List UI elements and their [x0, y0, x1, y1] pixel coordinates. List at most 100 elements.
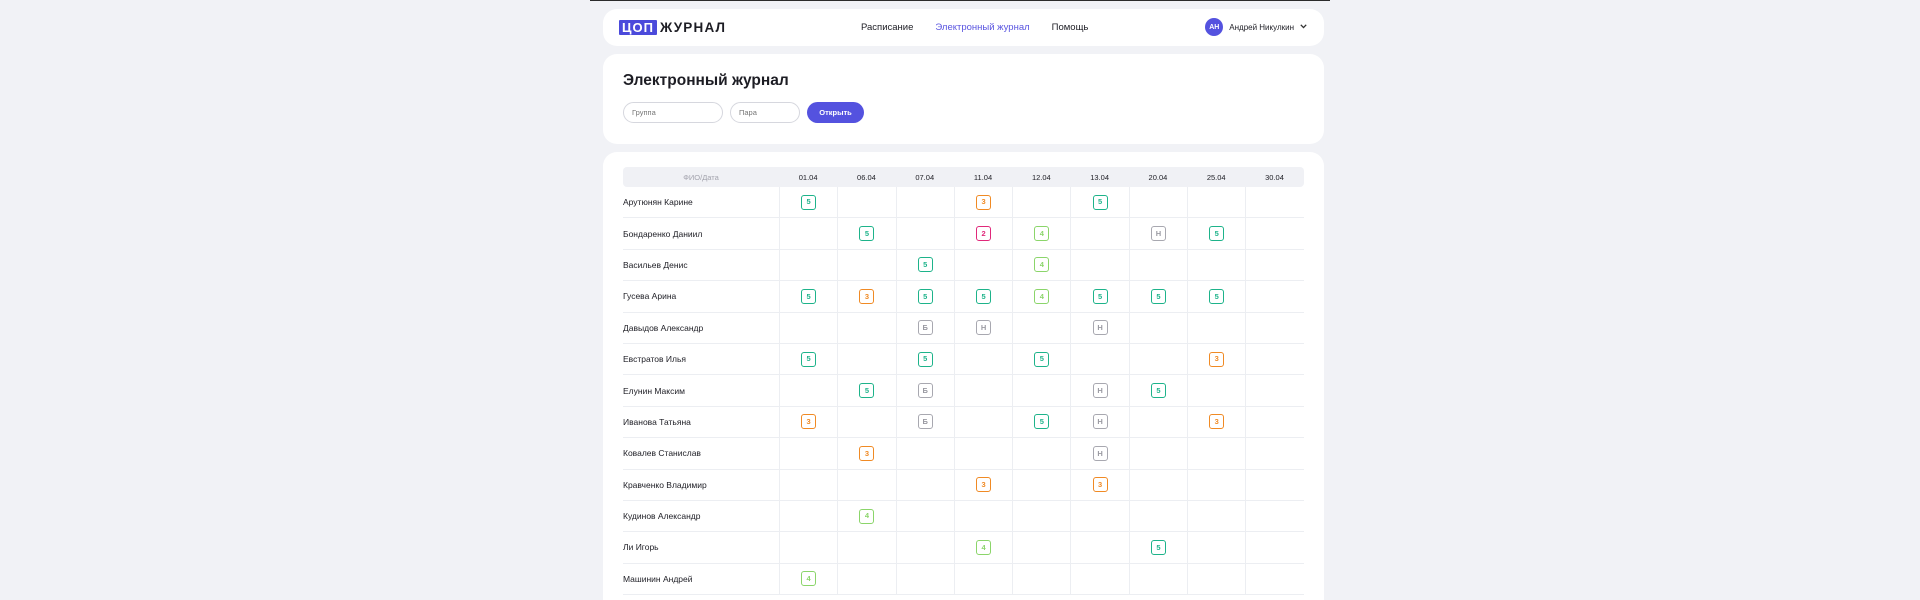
grade-mark[interactable]: 4: [801, 571, 817, 587]
grade-cell[interactable]: 5: [895, 249, 954, 281]
grade-cell[interactable]: Б: [895, 375, 954, 406]
student-name[interactable]: Ли Игорь: [623, 542, 779, 552]
grade-cell[interactable]: 5: [837, 218, 895, 249]
grade-cell[interactable]: 3: [953, 187, 1012, 218]
grade-mark[interactable]: 4: [1034, 226, 1050, 242]
grade-cell[interactable]: 3: [837, 281, 895, 312]
grade-cell[interactable]: [837, 249, 895, 281]
grade-cell[interactable]: 3: [953, 469, 1012, 500]
grade-cell[interactable]: 5: [1187, 218, 1245, 249]
student-name[interactable]: Арутюнян Карине: [623, 197, 779, 207]
grade-cell[interactable]: [953, 343, 1012, 375]
grade-mark[interactable]: 5: [1034, 351, 1050, 367]
grade-cell[interactable]: [837, 187, 895, 218]
grade-mark[interactable]: Н: [1092, 320, 1108, 336]
grade-cell[interactable]: [1187, 500, 1245, 532]
grade-cell[interactable]: [953, 438, 1012, 469]
student-name[interactable]: Ковалев Станислав: [623, 448, 779, 458]
grade-cell[interactable]: 3: [1187, 406, 1245, 438]
grade-cell[interactable]: 5: [1187, 281, 1245, 312]
grade-mark[interactable]: Н: [976, 320, 992, 336]
grade-cell[interactable]: [1012, 187, 1070, 218]
grade-cell[interactable]: 5: [1128, 375, 1187, 406]
grade-cell[interactable]: Н: [1070, 375, 1128, 406]
grade-cell[interactable]: [837, 469, 895, 500]
grade-cell[interactable]: [779, 469, 837, 500]
grade-cell[interactable]: Н: [1070, 406, 1128, 438]
grade-cell[interactable]: [895, 438, 954, 469]
student-name[interactable]: Евстратов Илья: [623, 354, 779, 364]
grade-cell[interactable]: [895, 500, 954, 532]
grade-cell[interactable]: [1128, 406, 1187, 438]
pair-input[interactable]: [730, 102, 800, 123]
grade-cell[interactable]: [779, 532, 837, 563]
grade-cell[interactable]: Н: [1070, 312, 1128, 343]
grade-mark[interactable]: 3: [1209, 414, 1225, 430]
grade-cell[interactable]: [1070, 343, 1128, 375]
grade-cell[interactable]: [1187, 438, 1245, 469]
student-name[interactable]: Давыдов Александр: [623, 323, 779, 333]
grade-cell[interactable]: [1187, 312, 1245, 343]
grade-mark[interactable]: 5: [917, 351, 933, 367]
grade-cell[interactable]: 3: [837, 438, 895, 469]
group-input[interactable]: [623, 102, 723, 123]
grade-mark[interactable]: 5: [1209, 288, 1225, 304]
grade-cell[interactable]: 4: [1012, 281, 1070, 312]
grade-cell[interactable]: [1128, 312, 1187, 343]
student-name[interactable]: Машинин Андрей: [623, 574, 779, 584]
grade-cell[interactable]: [1070, 532, 1128, 563]
grade-cell[interactable]: 4: [837, 500, 895, 532]
nav-journal[interactable]: Электронный журнал: [935, 22, 1029, 33]
grade-cell[interactable]: [1245, 187, 1303, 218]
grade-mark[interactable]: Б: [917, 320, 933, 336]
grade-mark[interactable]: 5: [917, 288, 933, 304]
grade-cell[interactable]: [779, 312, 837, 343]
grade-mark[interactable]: 5: [801, 194, 817, 210]
grade-cell[interactable]: [953, 375, 1012, 406]
grade-cell[interactable]: Н: [1128, 218, 1187, 249]
grade-cell[interactable]: [837, 343, 895, 375]
grade-mark[interactable]: 5: [1092, 288, 1108, 304]
grade-cell[interactable]: [1245, 218, 1303, 249]
grade-cell[interactable]: [1245, 532, 1303, 563]
grade-cell[interactable]: [779, 500, 837, 532]
grade-mark[interactable]: 5: [1034, 414, 1050, 430]
grade-cell[interactable]: [1245, 249, 1303, 281]
grade-mark[interactable]: 4: [976, 539, 992, 555]
grade-cell[interactable]: [895, 218, 954, 249]
grade-cell[interactable]: [1012, 563, 1070, 595]
grade-cell[interactable]: 5: [953, 281, 1012, 312]
grade-cell[interactable]: [1070, 249, 1128, 281]
grade-cell[interactable]: [1012, 532, 1070, 563]
student-name[interactable]: Гусева Арина: [623, 291, 779, 301]
grade-cell[interactable]: 3: [1187, 343, 1245, 375]
grade-cell[interactable]: [1245, 343, 1303, 375]
grade-mark[interactable]: 4: [859, 508, 875, 524]
grade-cell[interactable]: 5: [1012, 343, 1070, 375]
grade-mark[interactable]: 2: [976, 226, 992, 242]
grade-cell[interactable]: [1187, 187, 1245, 218]
grade-mark[interactable]: Н: [1150, 226, 1166, 242]
grade-cell[interactable]: 4: [1012, 249, 1070, 281]
grade-cell[interactable]: [837, 406, 895, 438]
grade-cell[interactable]: [1245, 312, 1303, 343]
grade-mark[interactable]: Б: [917, 383, 933, 399]
grade-mark[interactable]: 5: [801, 351, 817, 367]
grade-cell[interactable]: [1012, 312, 1070, 343]
grade-mark[interactable]: Б: [917, 414, 933, 430]
grade-cell[interactable]: 5: [779, 187, 837, 218]
grade-cell[interactable]: [953, 249, 1012, 281]
grade-cell[interactable]: [1070, 500, 1128, 532]
grade-cell[interactable]: [1187, 532, 1245, 563]
grade-cell[interactable]: 4: [953, 532, 1012, 563]
grade-mark[interactable]: 3: [859, 445, 875, 461]
grade-mark[interactable]: Н: [1092, 383, 1108, 399]
grade-cell[interactable]: 5: [895, 343, 954, 375]
grade-cell[interactable]: 5: [1070, 187, 1128, 218]
grade-cell[interactable]: [837, 532, 895, 563]
grade-mark[interactable]: 3: [1092, 477, 1108, 493]
grade-mark[interactable]: 5: [1092, 194, 1108, 210]
grade-cell[interactable]: [1187, 563, 1245, 595]
grade-cell[interactable]: 5: [1070, 281, 1128, 312]
grade-cell[interactable]: 3: [779, 406, 837, 438]
